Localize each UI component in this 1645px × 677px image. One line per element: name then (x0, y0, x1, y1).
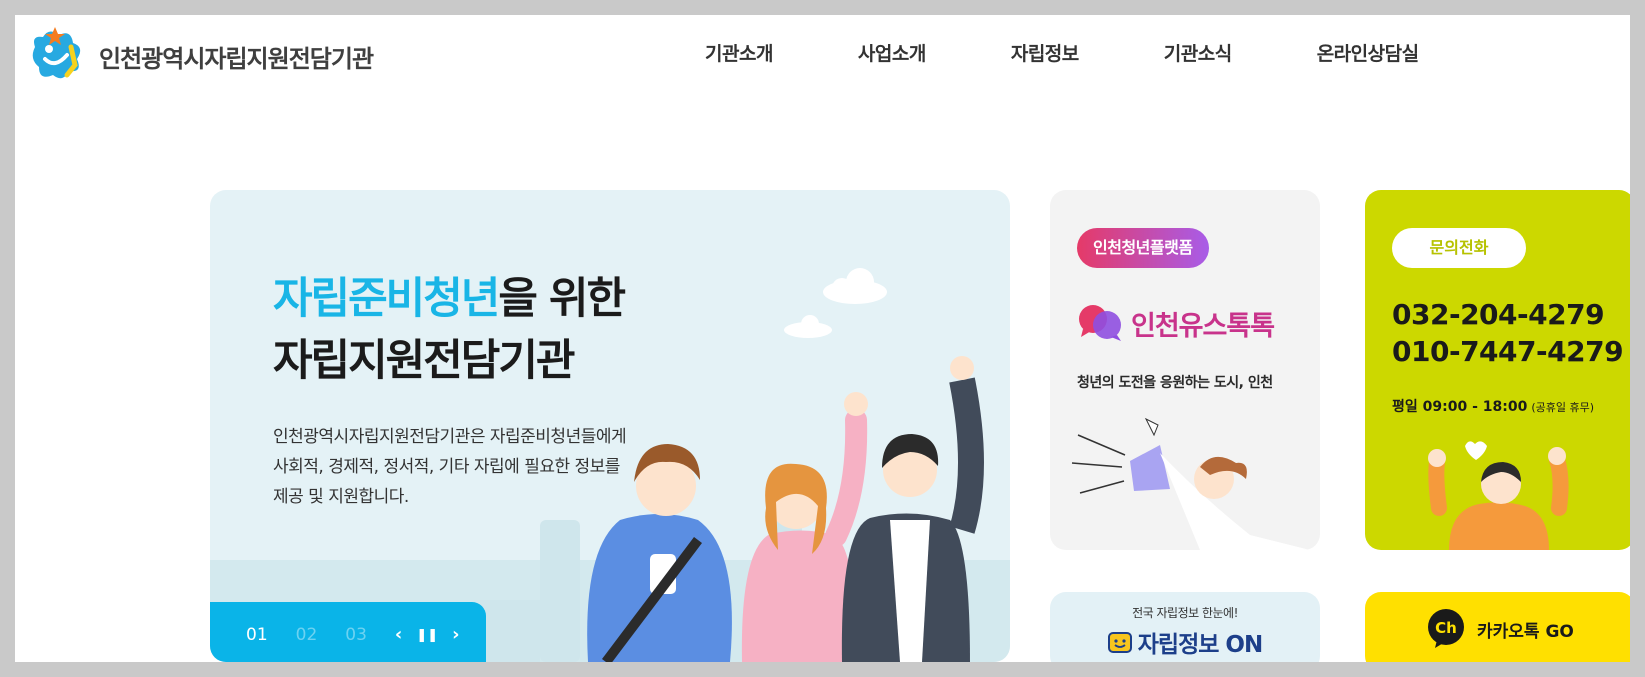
on-card-brand-text: 자립정보 ON (1137, 632, 1263, 658)
contact-badge: 문의전화 (1392, 228, 1526, 268)
office-hours-note: (공휴일 휴무) (1531, 401, 1595, 414)
main-nav: 기관소개 사업소개 자립정보 기관소식 온라인상담실 (705, 39, 1419, 66)
platform-badge: 인천청년플랫폼 (1077, 228, 1209, 268)
phone-number-2[interactable]: 010-7447-4279 (1392, 335, 1624, 368)
nav-item-news[interactable]: 기관소식 (1164, 39, 1232, 66)
nav-item-business[interactable]: 사업소개 (858, 39, 926, 66)
contact-phone-card: 문의전화 032-204-4279 010-7447-4279 평일 09:00… (1365, 190, 1630, 550)
hero-title-rest: 을 위한 (498, 274, 626, 324)
office-hours: 평일 09:00 - 18:00 (공휴일 휴무) (1392, 396, 1594, 416)
platform-description: 청년의 도전을 응원하는 도시, 인천 (1077, 375, 1273, 391)
hero-title: 자립준비청년을 위한 자립지원전담기관 (273, 268, 626, 392)
hero-title-highlight: 자립준비청년 (273, 274, 500, 324)
nav-item-about[interactable]: 기관소개 (705, 39, 773, 66)
slide-indicator-3[interactable]: 03 (345, 625, 367, 645)
chevron-left-icon[interactable]: ‹ (395, 626, 402, 644)
phone-number-1[interactable]: 032-204-4279 (1392, 298, 1605, 331)
slide-indicator-2[interactable]: 02 (296, 625, 318, 645)
independence-info-on-card[interactable]: 전국 자립정보 한눈에! 자립정보 ON (1050, 592, 1320, 662)
page: 인천광역시자립지원전담기관 기관소개 사업소개 자립정보 기관소식 온라인상담실 (15, 15, 1630, 662)
platform-brand: 인천유스톡톡 (1077, 303, 1275, 343)
smile-box-icon (1107, 632, 1132, 653)
hero-title-line2: 자립지원전담기관 (273, 336, 575, 386)
kakao-row: Ch 카카오톡 GO (1425, 608, 1574, 650)
platform-brand-name: 인천유스톡톡 (1131, 310, 1275, 342)
kakao-talk-card[interactable]: Ch 카카오톡 GO (1365, 592, 1630, 662)
kakao-channel-icon: Ch (1428, 609, 1464, 648)
pause-icon[interactable]: ❚❚ (416, 629, 438, 642)
chat-bubble-icon (1079, 305, 1121, 341)
kakao-label: 카카오톡 GO (1477, 621, 1574, 642)
megaphone-illustration (1071, 417, 1310, 550)
hero-desc-line: 사회적, 경제적, 정서적, 기타 자립에 필요한 정보를 (273, 457, 620, 477)
kakao-icon-text: Ch (1435, 619, 1457, 637)
office-hours-text: 평일 09:00 - 18:00 (1392, 399, 1528, 415)
cheering-person-illustration (1428, 441, 1569, 550)
nav-item-info[interactable]: 자립정보 (1011, 39, 1079, 66)
chevron-right-icon[interactable]: › (452, 626, 459, 644)
hero-desc-line: 인천광역시자립지원전담기관은 자립준비청년들에게 (273, 427, 627, 447)
youth-platform-card[interactable]: 인천청년플랫폼 인천유스톡톡 청년의 도전을 응원하는 도시, 인천 (1050, 190, 1320, 550)
on-card-caption: 전국 자립정보 한눈에! (1132, 606, 1238, 620)
site-logo[interactable]: 인천광역시자립지원전담기관 (27, 25, 374, 87)
logo-icon (32, 27, 81, 79)
hero-slider: 자립준비청년을 위한 자립지원전담기관 인천광역시자립지원전담기관은 자립준비청… (210, 190, 1010, 662)
hero-desc-line: 제공 및 지원합니다. (273, 487, 409, 507)
slider-controls: 01 02 03 ‹ ❚❚ › (210, 602, 486, 662)
logo-text: 인천광역시자립지원전담기관 (99, 44, 374, 73)
nav-item-counsel[interactable]: 온라인상담실 (1317, 39, 1419, 66)
slide-indicator-1[interactable]: 01 (246, 625, 268, 645)
on-card-brand: 자립정보 ON (1107, 625, 1263, 659)
hero-description: 인천광역시자립지원전담기관은 자립준비청년들에게 사회적, 경제적, 정서적, … (273, 422, 693, 512)
